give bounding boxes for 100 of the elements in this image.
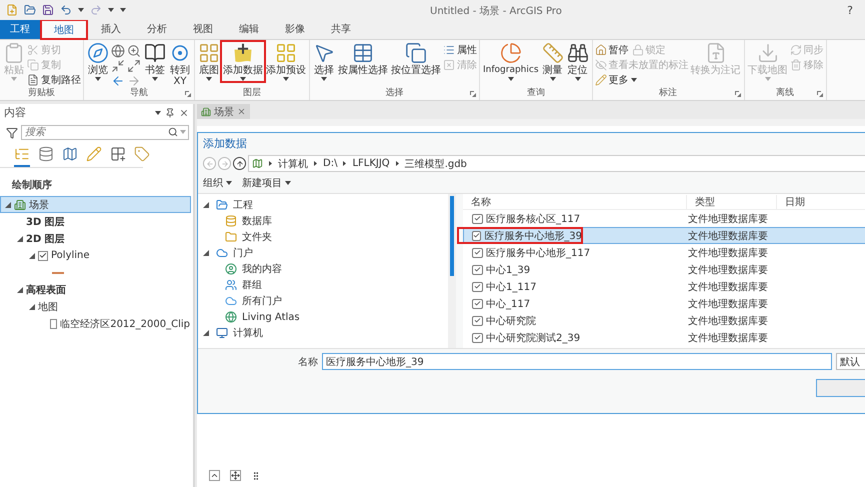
launcher-icon[interactable]: [185, 90, 191, 96]
file-row[interactable]: 中心研究院 文件地理数据库要: [463, 312, 865, 329]
path-field[interactable]: 计算机 D:\ LFLKJJQ 三维模型.gdb: [248, 155, 865, 172]
explore-button[interactable]: 浏览: [86, 42, 110, 81]
caret-icon: [550, 77, 556, 81]
file-row[interactable]: 中心_117 文件地理数据库要: [463, 295, 865, 312]
folder-item[interactable]: 所有门户: [203, 293, 448, 309]
folder-item[interactable]: 我的内容: [203, 261, 448, 277]
column-header[interactable]: 名称: [463, 194, 687, 208]
path-crumb[interactable]: D:\: [323, 158, 338, 169]
expander-icon[interactable]: [203, 202, 209, 208]
file-name: 中心1_39: [464, 262, 688, 277]
select-attr-button[interactable]: 按属性选择: [337, 42, 389, 76]
tree-row[interactable]: 高程表面: [0, 281, 191, 298]
more-button[interactable]: 更多: [594, 73, 637, 86]
attributes-button[interactable]: 属性: [443, 43, 477, 56]
checkbox[interactable]: [38, 250, 48, 260]
path-crumb[interactable]: 三维模型.gdb: [404, 156, 467, 170]
add-data-button[interactable]: 添加数据: [222, 42, 264, 81]
ribbon-tab[interactable]: 共享: [318, 19, 364, 39]
toolbar-menu[interactable]: 组织: [203, 176, 232, 190]
close-icon[interactable]: [179, 108, 189, 118]
toolbar-menu[interactable]: 新建项目: [242, 176, 291, 190]
file-row[interactable]: 中心1_117 文件地理数据库要: [463, 278, 865, 295]
expander-icon[interactable]: [17, 236, 23, 242]
copy-path-button[interactable]: 复制路径: [27, 73, 81, 86]
view-tab[interactable]: [14, 146, 30, 167]
path-crumb[interactable]: LFLKJJQ: [352, 158, 390, 169]
help-button[interactable]: ?: [847, 4, 853, 16]
launcher-icon[interactable]: [470, 90, 476, 96]
tree-row[interactable]: Polyline: [0, 247, 191, 264]
expander-icon[interactable]: [29, 252, 35, 258]
up-button[interactable]: [233, 157, 246, 170]
ribbon-tab[interactable]: 分析: [134, 19, 180, 39]
scene-icon: [201, 106, 211, 116]
select-loc-button[interactable]: 按位置选择: [390, 42, 442, 76]
pin-icon[interactable]: [165, 108, 175, 118]
folder-item[interactable]: Living Atlas: [203, 309, 448, 325]
view-tab[interactable]: 场景: [197, 104, 250, 119]
search-field[interactable]: 搜索: [21, 125, 189, 140]
expander-icon[interactable]: [17, 286, 23, 292]
infographics-button[interactable]: Infographics: [482, 42, 540, 81]
grip-icon[interactable]: [251, 470, 261, 480]
bookmark-button[interactable]: 书签: [143, 42, 167, 81]
shrink-icon[interactable]: [111, 59, 125, 73]
chevron-icon: [343, 161, 346, 166]
expand-button[interactable]: [209, 470, 220, 481]
folder-item[interactable]: 数据库: [203, 213, 448, 229]
folder-item[interactable]: 门户: [203, 245, 448, 261]
tree-row[interactable]: 地图: [0, 298, 191, 315]
ribbon-tab[interactable]: 视图: [180, 19, 226, 39]
launcher-icon[interactable]: [734, 90, 741, 96]
folder-item[interactable]: 群组: [203, 277, 448, 293]
filter-dropdown[interactable]: 默认: [836, 353, 865, 370]
ribbon-tab[interactable]: 插入: [88, 19, 134, 39]
caret-icon: [206, 77, 212, 81]
ribbon-tab[interactable]: 工程: [0, 19, 40, 39]
undo-icon[interactable]: [60, 4, 72, 16]
expander-icon[interactable]: [203, 330, 209, 336]
filter-icon[interactable]: [6, 126, 18, 138]
save-icon[interactable]: [42, 4, 54, 16]
goto-button[interactable]: 转到 XY: [168, 42, 192, 87]
tree-row[interactable]: 临空经济区2012_2000_Clip: [0, 315, 191, 332]
select-button[interactable]: 选择: [312, 42, 336, 81]
navigator-button[interactable]: [230, 470, 241, 481]
ribbon-tab[interactable]: 影像: [272, 19, 318, 39]
tree-row[interactable]: 场景: [0, 196, 191, 213]
open-icon[interactable]: [24, 4, 36, 16]
file-row[interactable]: 中心研究院测试2_39 文件地理数据库要: [463, 329, 865, 346]
folder-item[interactable]: 工程: [203, 197, 448, 213]
expander-icon[interactable]: [29, 304, 35, 310]
ribbon-tab[interactable]: 地图: [40, 19, 88, 40]
tree-row[interactable]: 2D 图层: [0, 230, 191, 247]
file-row[interactable]: 医疗服务核心区_117 文件地理数据库要: [463, 210, 865, 227]
folder-item[interactable]: 计算机: [203, 325, 448, 341]
column-header[interactable]: 日期: [777, 194, 865, 208]
file-row[interactable]: 中心1_39 文件地理数据库要: [463, 261, 865, 278]
tree-row[interactable]: 3D 图层: [0, 213, 191, 230]
preset-button[interactable]: 添加预设: [265, 42, 307, 81]
map-icon: [62, 146, 78, 162]
column-header[interactable]: 类型: [687, 194, 777, 208]
expander-icon[interactable]: [203, 250, 209, 256]
checkbox[interactable]: [50, 318, 58, 328]
file-name: 医疗服务中心地形_39: [458, 228, 582, 243]
measure-button[interactable]: 测量: [540, 42, 565, 81]
file-row[interactable]: 医疗服务中心地形_117 文件地理数据库要: [463, 244, 865, 261]
launcher-icon[interactable]: [816, 90, 823, 96]
globe-icon[interactable]: [111, 44, 125, 58]
name-field[interactable]: 医疗服务中心地形_39: [322, 353, 832, 370]
zoom-icon[interactable]: [127, 44, 141, 58]
basemap-button[interactable]: 底图: [197, 42, 221, 81]
path-crumb[interactable]: 计算机: [278, 156, 308, 170]
locate-button[interactable]: 定位: [566, 42, 590, 81]
expander-icon[interactable]: [5, 202, 11, 208]
close-icon[interactable]: [237, 107, 246, 116]
expand-icon[interactable]: [127, 59, 141, 73]
pause-button[interactable]: 暂停: [594, 43, 629, 56]
folder-item[interactable]: 文件夹: [203, 229, 448, 245]
scrollbar[interactable]: [448, 194, 456, 348]
ribbon-tab[interactable]: 编辑: [226, 19, 272, 39]
